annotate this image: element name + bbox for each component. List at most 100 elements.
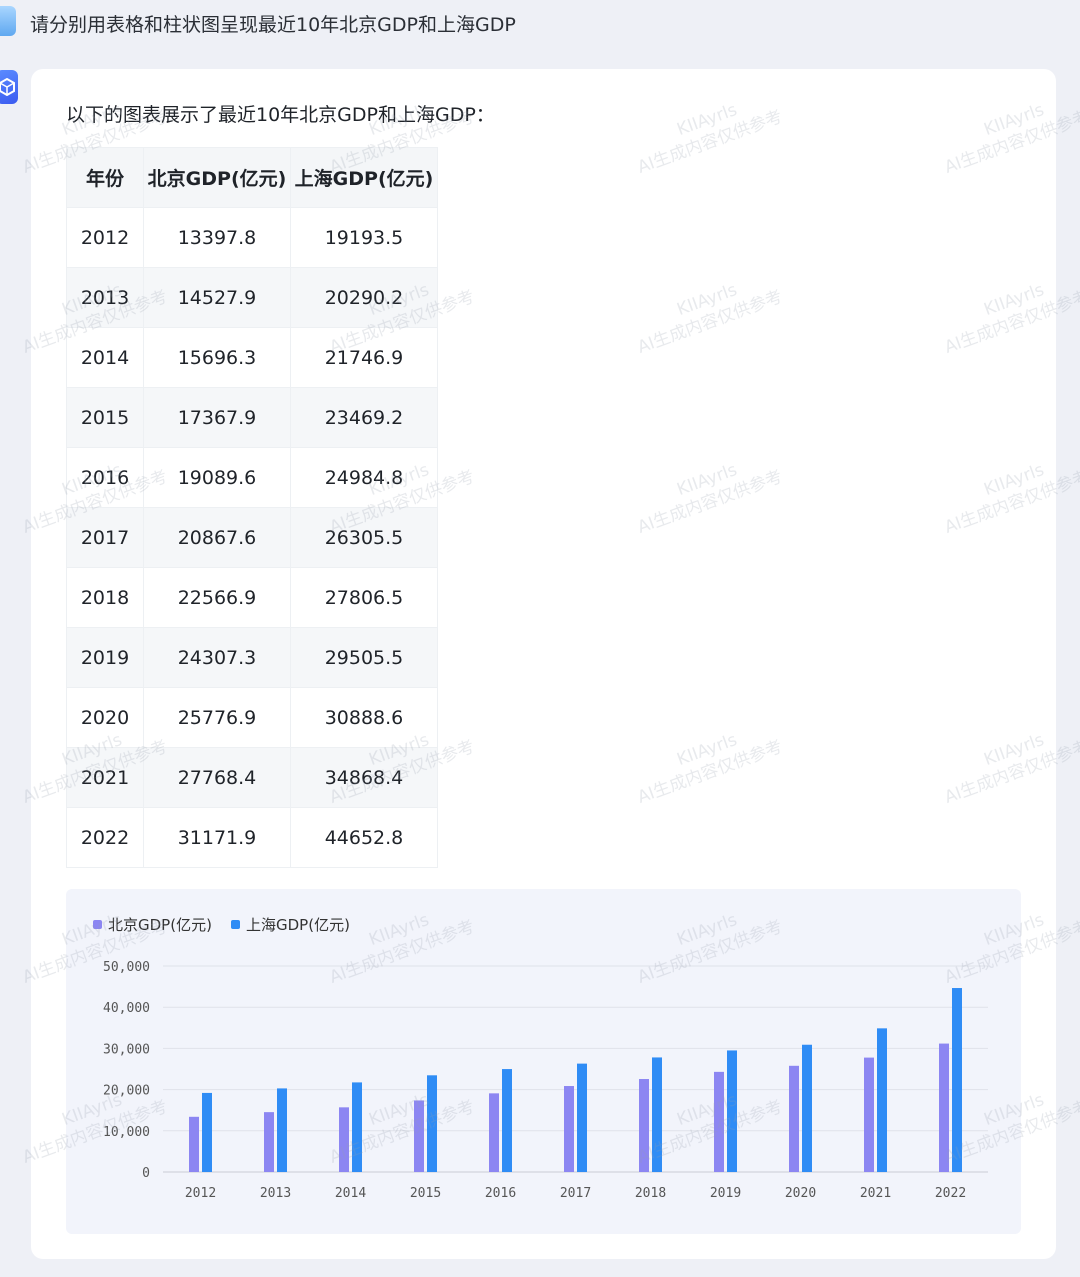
shanghai-gdp-cell: 29505.5 xyxy=(290,627,438,688)
beijing-gdp-cell: 25776.9 xyxy=(143,687,291,748)
bar-shanghai xyxy=(427,1075,437,1172)
x-tick-label: 2019 xyxy=(710,1186,741,1201)
x-tick-label: 2017 xyxy=(560,1186,591,1201)
beijing-gdp-cell: 14527.9 xyxy=(143,267,291,328)
cube-icon xyxy=(0,78,15,96)
bar-beijing xyxy=(714,1071,724,1172)
bar-shanghai xyxy=(877,1028,887,1172)
bar-shanghai xyxy=(277,1088,287,1172)
x-tick-label: 2015 xyxy=(410,1186,441,1201)
shanghai-gdp-cell: 24984.8 xyxy=(290,447,438,508)
x-tick-label: 2021 xyxy=(860,1186,891,1201)
table-row: 2021 27768.4 34868.4 xyxy=(66,747,438,808)
bar-shanghai xyxy=(952,988,962,1172)
bar-shanghai xyxy=(577,1063,587,1172)
user-question: 请分别用表格和柱状图呈现最近10年北京GDP和上海GDP xyxy=(30,14,516,36)
table-body: 2012 13397.8 19193.5 2013 14527.9 20290.2 2014… xyxy=(66,207,438,868)
y-tick-label: 20,000 xyxy=(103,1084,150,1099)
header-shanghai-gdp: 上海GDP(亿元) xyxy=(290,147,438,208)
answer-card: 以下的图表展示了最近10年北京GDP和上海GDP： 年份 北京GDP(亿元) 上… xyxy=(31,69,1056,1259)
table-row: 2019 24307.3 29505.5 xyxy=(66,627,438,688)
shanghai-gdp-cell: 44652.8 xyxy=(290,807,438,868)
y-tick-label: 40,000 xyxy=(103,1001,150,1016)
x-tick-label: 2018 xyxy=(635,1186,666,1201)
table-row: 2020 25776.9 30888.6 xyxy=(66,687,438,748)
bar-shanghai xyxy=(202,1092,212,1172)
year-cell: 2021 xyxy=(66,747,144,808)
shanghai-gdp-cell: 30888.6 xyxy=(290,687,438,748)
year-cell: 2013 xyxy=(66,267,144,328)
beijing-gdp-cell: 22566.9 xyxy=(143,567,291,628)
user-avatar xyxy=(0,6,16,36)
table-row: 2013 14527.9 20290.2 xyxy=(66,267,438,328)
bar-beijing xyxy=(264,1112,274,1172)
y-tick-label: 30,000 xyxy=(103,1042,150,1057)
year-cell: 2018 xyxy=(66,567,144,628)
shanghai-gdp-cell: 19193.5 xyxy=(290,207,438,268)
year-cell: 2014 xyxy=(66,327,144,388)
chart-canvas: 北京GDP(亿元) 上海GDP(亿元) 0 10,000 20,000 30,000 40,… xyxy=(93,916,988,1201)
shanghai-gdp-cell: 26305.5 xyxy=(290,507,438,568)
y-tick-label: 50,000 xyxy=(103,960,150,975)
year-cell: 2016 xyxy=(66,447,144,508)
bar-beijing xyxy=(639,1079,649,1172)
x-tick-label: 2013 xyxy=(260,1186,291,1201)
beijing-gdp-cell: 13397.8 xyxy=(143,207,291,268)
legend-swatch xyxy=(93,920,102,929)
x-tick-label: 2014 xyxy=(335,1186,366,1201)
bar-beijing xyxy=(489,1093,499,1172)
shanghai-gdp-cell: 20290.2 xyxy=(290,267,438,328)
bar-shanghai xyxy=(352,1082,362,1172)
year-cell: 2017 xyxy=(66,507,144,568)
table-row: 2022 31171.9 44652.8 xyxy=(66,807,438,868)
bar-beijing xyxy=(939,1043,949,1172)
beijing-gdp-cell: 31171.9 xyxy=(143,807,291,868)
table-row: 2017 20867.6 26305.5 xyxy=(66,507,438,568)
answer-intro: 以下的图表展示了最近10年北京GDP和上海GDP： xyxy=(66,104,495,126)
bar-beijing xyxy=(564,1086,574,1172)
legend-swatch xyxy=(231,920,240,929)
beijing-gdp-cell: 15696.3 xyxy=(143,327,291,388)
gdp-table: 年份 北京GDP(亿元) 上海GDP(亿元) 2012 13397.8 19193.… xyxy=(66,147,438,868)
bar-beijing xyxy=(414,1100,424,1172)
table-row: 2016 19089.6 24984.8 xyxy=(66,447,438,508)
bar-beijing xyxy=(864,1057,874,1172)
beijing-gdp-cell: 24307.3 xyxy=(143,627,291,688)
bar-beijing xyxy=(789,1065,799,1172)
year-cell: 2020 xyxy=(66,687,144,748)
table-header-row: 年份 北京GDP(亿元) 上海GDP(亿元) xyxy=(66,147,438,208)
shanghai-gdp-cell: 34868.4 xyxy=(290,747,438,808)
header-beijing-gdp: 北京GDP(亿元) xyxy=(143,147,291,208)
bar-shanghai xyxy=(502,1069,512,1172)
bar-shanghai xyxy=(802,1044,812,1172)
shanghai-gdp-cell: 23469.2 xyxy=(290,387,438,448)
year-cell: 2022 xyxy=(66,807,144,868)
y-tick-label: 10,000 xyxy=(103,1125,150,1140)
x-tick-label: 2020 xyxy=(785,1186,816,1201)
gdp-bar-chart: 北京GDP(亿元) 上海GDP(亿元) 0 10,000 20,000 30,000 40,… xyxy=(66,889,1021,1234)
beijing-gdp-cell: 20867.6 xyxy=(143,507,291,568)
bar-beijing xyxy=(189,1116,199,1172)
x-tick-label: 2022 xyxy=(935,1186,966,1201)
beijing-gdp-cell: 19089.6 xyxy=(143,447,291,508)
table-row: 2015 17367.9 23469.2 xyxy=(66,387,438,448)
table-row: 2012 13397.8 19193.5 xyxy=(66,207,438,268)
table-row: 2018 22566.9 27806.5 xyxy=(66,567,438,628)
year-cell: 2019 xyxy=(66,627,144,688)
beijing-gdp-cell: 17367.9 xyxy=(143,387,291,448)
question-bar: 请分别用表格和柱状图呈现最近10年北京GDP和上海GDP xyxy=(0,0,1080,44)
table-row: 2014 15696.3 21746.9 xyxy=(66,327,438,388)
x-tick-label: 2012 xyxy=(185,1186,216,1201)
bar-shanghai xyxy=(652,1057,662,1172)
header-year: 年份 xyxy=(66,147,144,208)
shanghai-gdp-cell: 21746.9 xyxy=(290,327,438,388)
legend-label: 北京GDP(亿元) xyxy=(108,916,212,934)
beijing-gdp-cell: 27768.4 xyxy=(143,747,291,808)
ai-avatar xyxy=(0,70,18,104)
bar-beijing xyxy=(339,1107,349,1172)
x-tick-label: 2016 xyxy=(485,1186,516,1201)
bar-shanghai xyxy=(727,1050,737,1172)
shanghai-gdp-cell: 27806.5 xyxy=(290,567,438,628)
year-cell: 2012 xyxy=(66,207,144,268)
legend-label: 上海GDP(亿元) xyxy=(246,916,350,934)
